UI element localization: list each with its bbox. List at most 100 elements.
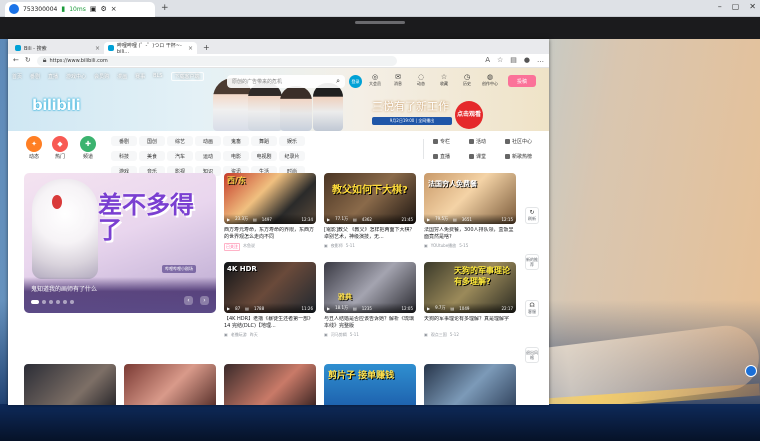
video-card[interactable]: 4K HDR ▶ 87 ▤ 1788 11:26 【4K HDR】老撸《暴徒生还者第一部》1… xyxy=(224,262,316,338)
video-title[interactable]: 西方寿元寿命，东方寿命的界限，东西方的世界观怎么走向不同 xyxy=(224,227,316,241)
author-name[interactable]: YOUtube播放 xyxy=(431,243,456,249)
reload-icon[interactable]: ↻ xyxy=(25,57,31,64)
carousel-dot[interactable] xyxy=(70,300,74,304)
favorite-icon[interactable]: ☆ xyxy=(497,57,503,64)
collections-icon[interactable]: ▤ xyxy=(510,57,517,64)
carousel-dot[interactable] xyxy=(42,300,46,304)
add-session-button[interactable]: + xyxy=(161,3,169,13)
new-tab-button[interactable]: + xyxy=(203,43,210,52)
profile-icon[interactable]: ● xyxy=(524,57,530,64)
settings-icon[interactable]: ⚙ xyxy=(100,5,106,13)
carousel-dot[interactable] xyxy=(56,300,60,304)
channel-item[interactable]: 美食 xyxy=(139,151,165,161)
back-icon[interactable]: ← xyxy=(13,57,19,64)
video-card-partial[interactable] xyxy=(424,364,516,405)
video-thumbnail[interactable]: 西/东 ▶ 23.3万 ▤ 1497 12:34 xyxy=(224,173,316,224)
channel-item[interactable]: 国创 xyxy=(139,136,165,146)
channel-item[interactable]: 综艺 xyxy=(167,136,193,146)
floating-assistant-icon[interactable] xyxy=(745,365,757,377)
video-card-partial[interactable]: 剪片子 接单赚钱 xyxy=(324,364,416,405)
tab-bilibili[interactable]: 哔哩哔哩 (゜-゜)つロ 干杯~-bili... × xyxy=(104,42,197,55)
channel-item[interactable]: 汽车 xyxy=(167,151,193,161)
channel-item[interactable]: 动画 xyxy=(195,136,221,146)
video-title[interactable]: 法国穷人免费餐，300人排队领，盒饭里面竟然是啥? xyxy=(424,227,516,241)
channel-extra-item[interactable]: 新歌热榜 xyxy=(505,151,541,161)
refresh-button[interactable]: ↻ 刷新 xyxy=(525,207,539,224)
nav-item[interactable]: 赛事 xyxy=(135,73,145,80)
video-title[interactable]: [電影]教父 《教父》怎样把两面下大棋？卓别艺术，神级演技，无... xyxy=(324,227,416,241)
maximize-icon[interactable]: ▢ xyxy=(732,2,740,11)
url-field[interactable]: 🔒︎ https://www.bilibili.com xyxy=(36,55,397,66)
video-title[interactable]: 【4K HDR】老撸《暴徒生还者第一部》14 完结(DLC)【地理... xyxy=(224,316,316,330)
search-icon[interactable]: ⌕ xyxy=(336,78,340,85)
channel-item[interactable]: 纪录片 xyxy=(279,151,305,161)
video-card-partial[interactable] xyxy=(24,364,116,405)
upload-button[interactable]: 投稿 xyxy=(508,75,536,87)
nav-item[interactable]: 会员购 xyxy=(94,73,109,80)
video-thumbnail[interactable]: 教父如何下大棋? ▶ 77.1万 ▤ 4362 21:45 xyxy=(324,173,416,224)
video-title[interactable]: 天狗的军事理论有多理解？真是理解字 xyxy=(424,316,516,330)
video-card[interactable]: 天狗的军事理论有多理解? ▶ 9.7万 ▤ 1049 22:17 天狗的军事理论有多理解？真… xyxy=(424,262,516,338)
carousel-prev-button[interactable]: ‹ xyxy=(184,296,193,305)
channel-hot[interactable]: ◆ 热门 xyxy=(50,136,70,160)
carousel-dot[interactable] xyxy=(63,300,67,304)
tab-search[interactable]: Bili - 搜索 × xyxy=(11,42,104,54)
channel-extra-item[interactable]: 社区中心 xyxy=(505,136,541,146)
carousel-dot[interactable] xyxy=(31,300,39,304)
banner-watch-badge[interactable]: 点击观看 xyxy=(455,101,483,129)
channel-extra-item[interactable]: 专栏 xyxy=(433,136,469,146)
carousel-next-button[interactable]: › xyxy=(200,296,209,305)
author-name[interactable]: 木鱼说 xyxy=(243,243,255,251)
history-link[interactable]: ◷ 历史 xyxy=(458,74,476,87)
channel-item[interactable]: 科技 xyxy=(111,151,137,161)
channel-dynamic[interactable]: ✦ 动态 xyxy=(24,136,44,160)
vip-link[interactable]: ◎ 大会员 xyxy=(366,74,384,87)
channel-channels[interactable]: ✚ 频道 xyxy=(78,136,98,160)
login-button[interactable]: 登录 xyxy=(349,75,362,88)
channel-item[interactable]: 娱乐 xyxy=(279,136,305,146)
new-recommend-button[interactable]: 新的推荐 xyxy=(525,254,539,270)
author-name[interactable]: 河马剪辑 xyxy=(331,332,347,338)
nav-item[interactable]: 漫画 xyxy=(117,73,127,80)
nav-item[interactable]: 游戏中心 xyxy=(66,73,86,80)
video-thumbnail[interactable]: 雅典 ▶ 18.1万 ▤ 1235 12:05 xyxy=(324,262,416,313)
nav-item[interactable]: 番剧 xyxy=(30,73,40,80)
close-tab-icon[interactable]: × xyxy=(95,45,100,52)
channel-extra-item[interactable]: 直播 xyxy=(433,151,469,161)
exit-style-button[interactable]: 退出风格 xyxy=(525,347,539,363)
read-aloud-icon[interactable]: A xyxy=(485,57,490,64)
author-name[interactable]: 观点三国 xyxy=(431,332,447,338)
featured-carousel[interactable]: 差不多得了 哔哩哔哩小剧场 鬼知道我的画师有了什么 ‹ › xyxy=(24,173,216,313)
close-icon[interactable]: × xyxy=(111,5,117,13)
channel-extra-item[interactable]: 课堂 xyxy=(469,151,505,161)
video-card[interactable]: 教父如何下大棋? ▶ 77.1万 ▤ 4362 21:45 [電影]教父 《教父》怎样把两面… xyxy=(324,173,416,249)
video-thumbnail[interactable]: 法国穷人免费餐 ▶ 79.5万 ▤ 3651 12:15 xyxy=(424,173,516,224)
nav-item[interactable]: BLS xyxy=(153,73,162,79)
channel-extra-item[interactable]: 活动 xyxy=(469,136,505,146)
channel-item[interactable]: 番剧 xyxy=(111,136,137,146)
channel-item[interactable]: 电影 xyxy=(223,151,249,161)
video-thumbnail[interactable]: 4K HDR ▶ 87 ▤ 1788 11:26 xyxy=(224,262,316,313)
minimize-icon[interactable]: – xyxy=(718,2,722,11)
video-card[interactable]: 西/东 ▶ 23.3万 ▤ 1497 12:34 西方寿元寿命，东方寿命的界限，东西方的世界… xyxy=(224,173,316,251)
nav-home[interactable]: 首页 xyxy=(12,73,22,80)
close-window-icon[interactable]: ✕ xyxy=(749,2,756,11)
customer-service-button[interactable]: ☊ 客服 xyxy=(525,300,539,317)
video-card[interactable]: 法国穷人免费餐 ▶ 79.5万 ▤ 3651 12:15 法国穷人免费餐，300人排队领，盒… xyxy=(424,173,516,249)
channel-item[interactable]: 电视剧 xyxy=(251,151,277,161)
video-title[interactable]: 与丑人结婚是否应该告诉她？解析《琉璃本线》完整版 xyxy=(324,316,416,330)
bilibili-logo[interactable]: bilibili xyxy=(32,96,81,114)
channel-item[interactable]: 运动 xyxy=(195,151,221,161)
download-client-link[interactable]: 下载客户端 xyxy=(170,71,204,81)
creator-center-link[interactable]: ◍ 创作中心 xyxy=(481,74,499,87)
search-input[interactable]: 原创的广告带来的危机 ⌕ xyxy=(227,75,345,88)
messages-link[interactable]: ✉ 消息 xyxy=(389,74,407,87)
remote-session-tab[interactable]: 753300004 ▮ 10ms ▣ ⚙ × xyxy=(5,1,155,17)
close-tab-icon[interactable]: × xyxy=(188,45,193,52)
video-card[interactable]: 雅典 ▶ 18.1万 ▤ 1235 12:05 与丑人结婚是否应该告诉她？解析《琉璃本线》完… xyxy=(324,262,416,338)
video-thumbnail[interactable]: 天狗的军事理论有多理解? ▶ 9.7万 ▤ 1049 22:17 xyxy=(424,262,516,313)
author-name[interactable]: 夜影师 xyxy=(331,243,343,249)
video-card-partial[interactable] xyxy=(124,364,216,405)
carousel-caption[interactable]: 鬼知道我的画师有了什么 xyxy=(31,284,97,293)
author-name[interactable]: 老撸玩游 xyxy=(231,332,247,338)
